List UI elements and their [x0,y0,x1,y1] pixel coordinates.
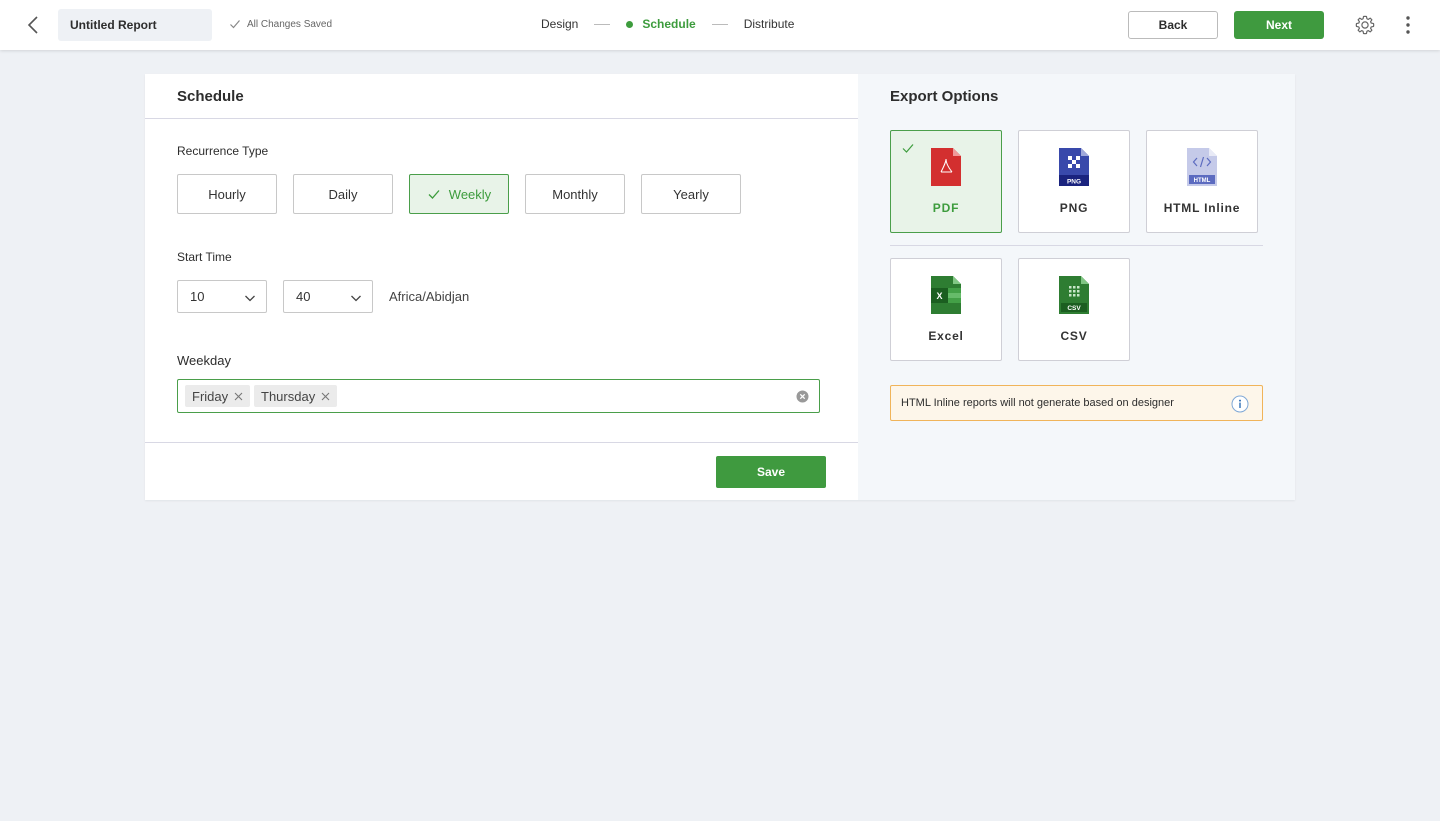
chevron-down-icon [351,295,361,302]
html-icon-text: HTML [1194,178,1211,184]
minute-value: 40 [296,289,311,304]
report-name-field[interactable]: Untitled Report [58,9,212,41]
export-options-title: Export Options [890,88,999,105]
gear-icon[interactable] [1354,14,1376,36]
html-file-icon: HTML [1187,148,1217,186]
start-time-label: Start Time [177,250,232,264]
schedule-card: Schedule Recurrence Type Hourly Daily We… [145,74,1295,500]
more-options-icon[interactable] [1398,14,1418,36]
minute-select[interactable]: 40 [283,280,373,313]
divider [145,118,858,119]
back-chevron-icon[interactable] [22,13,46,37]
export-html-inline-tile[interactable]: HTML HTML Inline [1146,130,1258,233]
chip-label: Friday [192,388,229,404]
weekday-chip-thursday: Thursday [254,385,338,407]
weekday-label: Weekday [177,353,231,368]
recurrence-monthly-button[interactable]: Monthly [525,174,625,214]
chevron-down-icon [245,295,255,302]
hour-value: 10 [190,289,205,304]
weekday-multiselect[interactable]: Friday Thursday [177,379,820,413]
check-icon [428,190,440,199]
back-button[interactable]: Back [1128,11,1218,39]
export-png-label: PNG [1059,201,1089,215]
hour-select[interactable]: 10 [177,280,267,313]
export-csv-tile[interactable]: CSV CSV [1018,258,1130,361]
recurrence-daily-label: Daily [328,186,358,202]
export-excel-tile[interactable]: X Excel [890,258,1002,361]
clear-all-icon[interactable] [796,390,809,403]
png-file-icon: PNG [1059,148,1089,186]
html-inline-notice: HTML Inline reports will not generate ba… [890,385,1263,421]
step-design[interactable]: Design [541,17,578,31]
active-step-dot [626,20,634,28]
timezone-text: Africa/Abidjan [389,289,470,304]
step-schedule[interactable]: Schedule [626,17,696,31]
recurrence-yearly-button[interactable]: Yearly [641,174,741,214]
step-separator [711,23,728,25]
save-status: All Changes Saved [229,18,332,30]
divider [890,245,1263,246]
export-png-tile[interactable]: PNG PNG [1018,130,1130,233]
export-options-panel: Export Options PDF PNG PNG HTML HTML Inl… [858,74,1295,500]
chip-label: Thursday [261,388,316,404]
excel-icon-text: X [936,291,942,301]
recurrence-hourly-button[interactable]: Hourly [177,174,277,214]
recurrence-yearly-label: Yearly [673,186,709,202]
excel-file-icon: X [931,276,961,314]
divider [145,442,858,443]
export-csv-label: CSV [1060,329,1088,343]
recurrence-daily-button[interactable]: Daily [293,174,393,214]
png-icon-text: PNG [1067,179,1081,186]
schedule-title: Schedule [177,88,244,105]
recurrence-hourly-label: Hourly [208,186,246,202]
recurrence-weekly-button[interactable]: Weekly [409,174,509,214]
top-bar: Untitled Report All Changes Saved Design… [0,0,1440,50]
step-schedule-label: Schedule [642,17,696,31]
csv-icon-text: CSV [1067,305,1081,312]
export-pdf-tile[interactable]: PDF [890,130,1002,233]
export-excel-label: Excel [928,329,964,343]
step-distribute[interactable]: Distribute [744,17,795,31]
export-html-inline-label: HTML Inline [1163,201,1241,215]
recurrence-weekly-label: Weekly [448,186,492,202]
schedule-panel: Schedule Recurrence Type Hourly Daily We… [145,74,858,500]
info-icon[interactable] [1231,395,1249,413]
next-button[interactable]: Next [1234,11,1324,39]
weekday-chip-friday: Friday [185,385,251,407]
remove-chip-icon[interactable] [321,392,330,401]
export-pdf-label: PDF [932,201,960,215]
check-icon [230,20,240,29]
step-progress: Design Schedule Distribute [541,17,794,31]
step-separator [594,23,611,25]
remove-chip-icon[interactable] [234,392,243,401]
recurrence-monthly-label: Monthly [552,186,598,202]
check-icon [902,144,914,153]
pdf-file-icon [931,148,961,186]
save-button[interactable]: Save [716,456,826,488]
csv-file-icon: CSV [1059,276,1089,314]
save-status-text: All Changes Saved [247,18,333,30]
recurrence-type-label: Recurrence Type [177,144,269,158]
notice-text: HTML Inline reports will not generate ba… [901,397,1174,409]
